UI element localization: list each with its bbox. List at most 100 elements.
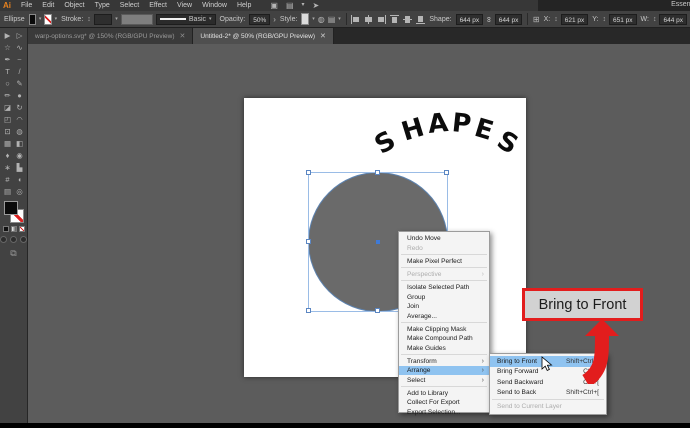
context-menu-item[interactable]: Arrange› bbox=[399, 366, 489, 376]
context-menu-item[interactable]: Redo bbox=[399, 244, 489, 254]
share-icon[interactable]: ➤ bbox=[313, 0, 320, 11]
submenu-item[interactable]: Send to Current Layer bbox=[490, 402, 606, 413]
menu-item-file[interactable]: File bbox=[16, 0, 37, 11]
free-transform-tool[interactable]: ⊡ bbox=[2, 126, 14, 138]
document-tab[interactable]: warp-options.svg* @ 150% (RGB/GPU Previe… bbox=[28, 28, 193, 44]
context-menu-item[interactable]: Transform› bbox=[399, 356, 489, 366]
link-dimensions-icon[interactable]: ∞ bbox=[484, 16, 493, 22]
brush-definition-dropdown[interactable]: Basic ▾ bbox=[156, 14, 216, 25]
context-menu-item[interactable]: Add to Library bbox=[399, 389, 489, 399]
paintbrush-tool[interactable]: ✎ bbox=[14, 78, 26, 90]
context-menu-item[interactable]: Isolate Selected Path bbox=[399, 283, 489, 293]
context-menu-item[interactable]: Select› bbox=[399, 375, 489, 385]
scale-tool[interactable]: ◰ bbox=[2, 114, 14, 126]
symbol-sprayer-tool[interactable]: ∗ bbox=[2, 162, 14, 174]
stroke-weight-stepper[interactable]: ↕ bbox=[87, 16, 91, 23]
width-tool[interactable]: ◠ bbox=[14, 114, 26, 126]
lasso-tool[interactable]: ∿ bbox=[14, 42, 26, 54]
selection-handle[interactable] bbox=[306, 170, 311, 175]
stroke-color-swatch[interactable] bbox=[44, 14, 51, 25]
mesh-tool[interactable]: ▦ bbox=[2, 138, 14, 150]
menu-item-select[interactable]: Select bbox=[115, 0, 144, 11]
gradient-button[interactable] bbox=[11, 226, 17, 232]
menu-item-help[interactable]: Help bbox=[232, 0, 256, 11]
shape-builder-tool[interactable]: ◍ bbox=[14, 126, 26, 138]
arc-text-object[interactable]: SHAPES bbox=[376, 110, 508, 170]
context-menu-item[interactable]: Group bbox=[399, 292, 489, 302]
draw-normal-button[interactable] bbox=[0, 236, 7, 243]
align-left-icon[interactable] bbox=[351, 15, 360, 24]
document-setup-caret-icon[interactable]: ▾ bbox=[338, 16, 341, 22]
context-menu-item[interactable]: Collect For Export bbox=[399, 398, 489, 408]
selection-tool[interactable]: ▶ bbox=[2, 30, 14, 42]
shape-width-field[interactable]: 644 px bbox=[456, 14, 484, 25]
context-menu-item[interactable]: Make Clipping Mask bbox=[399, 324, 489, 334]
shaper-tool[interactable]: ● bbox=[14, 90, 26, 102]
align-center-icon[interactable] bbox=[364, 15, 373, 24]
w-field[interactable]: 644 px bbox=[659, 14, 687, 25]
document-tab[interactable]: Untitled-2* @ 50% (RGB/GPU Preview)✕ bbox=[193, 28, 333, 44]
context-menu-item[interactable]: Perspective› bbox=[399, 270, 489, 280]
pen-tool[interactable]: ✒ bbox=[2, 54, 14, 66]
shape-height-field[interactable]: 644 px bbox=[495, 14, 523, 25]
menu-item-type[interactable]: Type bbox=[90, 0, 115, 11]
chevron-down-icon[interactable]: ▾ bbox=[302, 0, 305, 11]
column-graph-tool[interactable]: ▙ bbox=[14, 162, 26, 174]
stroke-weight-field[interactable] bbox=[94, 14, 112, 25]
align-bottom-icon[interactable] bbox=[416, 15, 425, 24]
stroke-weight-caret-icon[interactable]: ▾ bbox=[115, 16, 118, 22]
reference-point-icon[interactable]: ⊞ bbox=[533, 14, 540, 25]
menu-item-view[interactable]: View bbox=[172, 0, 197, 11]
gradient-tool[interactable]: ◧ bbox=[14, 138, 26, 150]
menu-item-object[interactable]: Object bbox=[59, 0, 89, 11]
menu-item-effect[interactable]: Effect bbox=[144, 0, 172, 11]
style-caret-icon[interactable]: ▾ bbox=[312, 16, 315, 22]
align-top-icon[interactable] bbox=[390, 15, 399, 24]
selection-handle[interactable] bbox=[375, 308, 380, 313]
document-setup-icon[interactable]: ▤ bbox=[328, 14, 336, 25]
context-menu-item[interactable]: Undo Move bbox=[399, 234, 489, 244]
none-button[interactable] bbox=[19, 226, 25, 232]
artboard-tool[interactable]: ▤ bbox=[2, 186, 14, 198]
selection-handle[interactable] bbox=[375, 170, 380, 175]
menu-item-window[interactable]: Window bbox=[197, 0, 232, 11]
app-logo[interactable]: Ai bbox=[0, 0, 16, 11]
zoom-tool[interactable]: ◎ bbox=[14, 186, 26, 198]
draw-inside-button[interactable] bbox=[20, 236, 27, 243]
y-field[interactable]: 651 px bbox=[609, 14, 637, 25]
curvature-tool[interactable]: ~ bbox=[14, 54, 26, 66]
menu-item-edit[interactable]: Edit bbox=[37, 0, 59, 11]
align-right-icon[interactable] bbox=[377, 15, 386, 24]
eraser-tool[interactable]: ◪ bbox=[2, 102, 14, 114]
rotate-tool[interactable]: ↻ bbox=[14, 102, 26, 114]
workspace-switcher[interactable]: Essentials bbox=[671, 1, 690, 8]
fill-color-swatch[interactable] bbox=[29, 14, 36, 25]
line-segment-tool[interactable]: / bbox=[14, 66, 26, 78]
ellipse-tool[interactable]: ○ bbox=[2, 78, 14, 90]
style-swatch[interactable] bbox=[301, 13, 309, 25]
layout-grid-icon[interactable]: ▣ bbox=[270, 0, 278, 11]
x-stepper[interactable]: ↕ bbox=[554, 16, 558, 23]
variable-width-profile-dropdown[interactable] bbox=[121, 14, 153, 25]
selection-handle[interactable] bbox=[306, 308, 311, 313]
context-menu-item[interactable]: Make Guides bbox=[399, 343, 489, 353]
blend-tool[interactable]: ◉ bbox=[14, 150, 26, 162]
context-menu-item[interactable]: Make Compound Path bbox=[399, 334, 489, 344]
tab-close-icon[interactable]: ✕ bbox=[320, 32, 326, 40]
type-tool[interactable]: T bbox=[2, 66, 14, 78]
hand-tool[interactable]: ◖ bbox=[14, 174, 26, 186]
pencil-tool[interactable]: ✏ bbox=[2, 90, 14, 102]
screen-mode-icon[interactable]: ⧉ bbox=[0, 248, 27, 259]
selection-handle[interactable] bbox=[444, 170, 449, 175]
magic-wand-tool[interactable]: ☆ bbox=[2, 42, 14, 54]
color-button[interactable] bbox=[3, 226, 9, 232]
eyedropper-tool[interactable]: ♦ bbox=[2, 150, 14, 162]
context-menu-item[interactable]: Average... bbox=[399, 311, 489, 321]
context-menu-item[interactable]: Join bbox=[399, 302, 489, 312]
direct-selection-tool[interactable]: ▷ bbox=[14, 30, 26, 42]
stroke-caret-icon[interactable]: ▾ bbox=[55, 16, 58, 22]
arrange-documents-icon[interactable]: ▤ bbox=[286, 0, 294, 11]
shape-properties-icon[interactable]: ◍ bbox=[318, 14, 325, 25]
fill-indicator-swatch[interactable] bbox=[4, 201, 18, 215]
x-field[interactable]: 621 px bbox=[561, 14, 589, 25]
